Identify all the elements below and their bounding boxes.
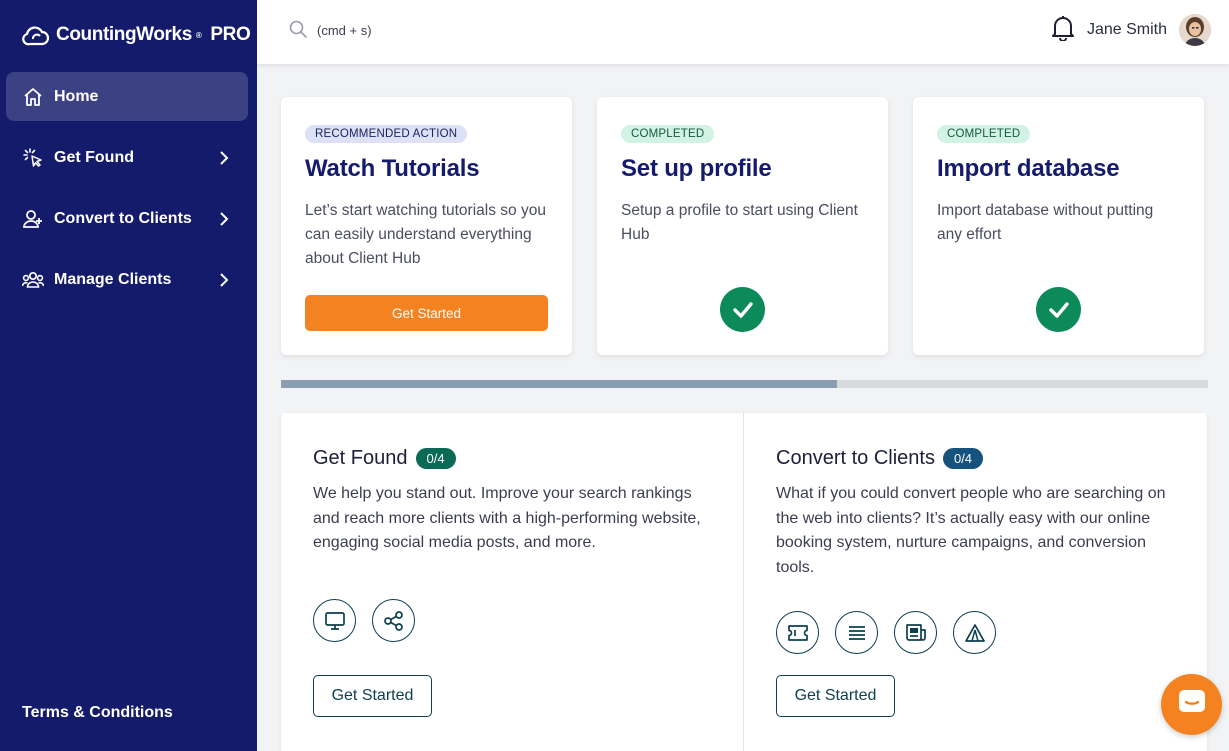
- brand-logo[interactable]: CountingWorks ® PRO: [22, 22, 251, 48]
- get-started-button[interactable]: Get Started: [313, 675, 432, 717]
- status-badge: COMPLETED: [937, 125, 1031, 143]
- section-convert-to-clients: Convert to Clients 0/4 What if you could…: [744, 413, 1207, 751]
- search-icon: [289, 20, 307, 41]
- chat-launcher-button[interactable]: [1161, 674, 1222, 735]
- progress-count-badge: 0/4: [415, 448, 456, 469]
- cards-progress-bar[interactable]: [281, 380, 1208, 388]
- ticket-icon[interactable]: [776, 611, 819, 654]
- newsletter-icon[interactable]: [894, 611, 937, 654]
- sidebar-item-label: Convert to Clients: [54, 209, 192, 227]
- user-menu[interactable]: Jane Smith: [1051, 14, 1211, 46]
- share-icon[interactable]: [372, 599, 415, 642]
- card-description: Let’s start watching tutorials so you ca…: [305, 202, 546, 267]
- section-description: We help you stand out. Improve your sear…: [313, 485, 701, 551]
- section-description: What if you could convert people who are…: [776, 485, 1166, 576]
- terms-link[interactable]: Terms & Conditions: [22, 704, 173, 722]
- get-started-button[interactable]: Get Started: [305, 295, 548, 331]
- brand-registered: ®: [195, 30, 202, 40]
- sidebar-item-label: Get Found: [54, 148, 134, 166]
- chevron-right-icon: [216, 150, 232, 166]
- card-description: Import database without putting any effo…: [937, 202, 1154, 243]
- tool-icons: [313, 599, 415, 642]
- task-card-watch-tutorials: RECOMMENDED ACTION Watch Tutorials Let’s…: [281, 97, 572, 355]
- sections-panel: Get Found 0/4 We help you stand out. Imp…: [281, 413, 1207, 751]
- monitor-icon[interactable]: [313, 599, 356, 642]
- progress-count-badge: 0/4: [942, 448, 984, 469]
- brand-name: CountingWorks: [56, 24, 192, 45]
- section-get-found: Get Found 0/4 We help you stand out. Imp…: [281, 413, 744, 751]
- section-header: Convert to Clients 0/4: [776, 447, 1175, 470]
- check-circle-icon: [720, 287, 765, 332]
- sidebar: CountingWorks ® PRO Home Get Found Convert…: [0, 0, 257, 751]
- chevron-right-icon: [216, 211, 232, 227]
- user-plus-icon: [22, 208, 44, 230]
- search-input[interactable]: [317, 23, 517, 38]
- check-circle-icon: [1036, 287, 1081, 332]
- task-card-set-up-profile: COMPLETED Set up profile Setup a profile…: [597, 97, 888, 355]
- section-title: Get Found: [313, 447, 408, 469]
- sidebar-nav: Home Get Found Convert to Clients Manage…: [6, 72, 248, 316]
- warning-triangle-icon[interactable]: [953, 611, 996, 654]
- section-title: Convert to Clients: [776, 447, 935, 469]
- avatar[interactable]: [1179, 14, 1211, 46]
- user-name[interactable]: Jane Smith: [1087, 21, 1167, 39]
- users-group-icon: [22, 269, 44, 291]
- bell-icon[interactable]: [1051, 15, 1075, 46]
- sidebar-item-convert-to-clients[interactable]: Convert to Clients: [6, 194, 248, 243]
- sidebar-item-manage-clients[interactable]: Manage Clients: [6, 255, 248, 304]
- top-bar: Jane Smith: [257, 0, 1229, 64]
- progress-fill: [281, 380, 838, 388]
- cursor-click-icon: [22, 147, 44, 169]
- card-title: Set up profile: [621, 155, 772, 182]
- sidebar-item-label: Manage Clients: [54, 270, 172, 288]
- get-started-button[interactable]: Get Started: [776, 675, 895, 717]
- search-bar: [289, 20, 517, 41]
- task-card-import-database: COMPLETED Import database Import databas…: [913, 97, 1204, 355]
- list-icon[interactable]: [835, 611, 878, 654]
- sidebar-item-home[interactable]: Home: [6, 72, 248, 121]
- status-badge: COMPLETED: [621, 125, 715, 143]
- section-header: Get Found 0/4: [313, 447, 711, 470]
- brand-suffix: PRO: [210, 24, 251, 45]
- sidebar-item-get-found[interactable]: Get Found: [6, 133, 248, 182]
- sidebar-item-label: Home: [54, 87, 99, 105]
- chat-icon: [1177, 688, 1207, 721]
- card-title: Import database: [937, 155, 1120, 182]
- chevron-right-icon: [216, 272, 232, 288]
- card-description: Setup a profile to start using Client Hu…: [621, 202, 858, 243]
- status-badge: RECOMMENDED ACTION: [305, 125, 468, 143]
- tool-icons: [776, 611, 996, 654]
- home-icon: [22, 86, 44, 108]
- card-title: Watch Tutorials: [305, 155, 480, 182]
- cloud-logo-icon: [22, 26, 50, 46]
